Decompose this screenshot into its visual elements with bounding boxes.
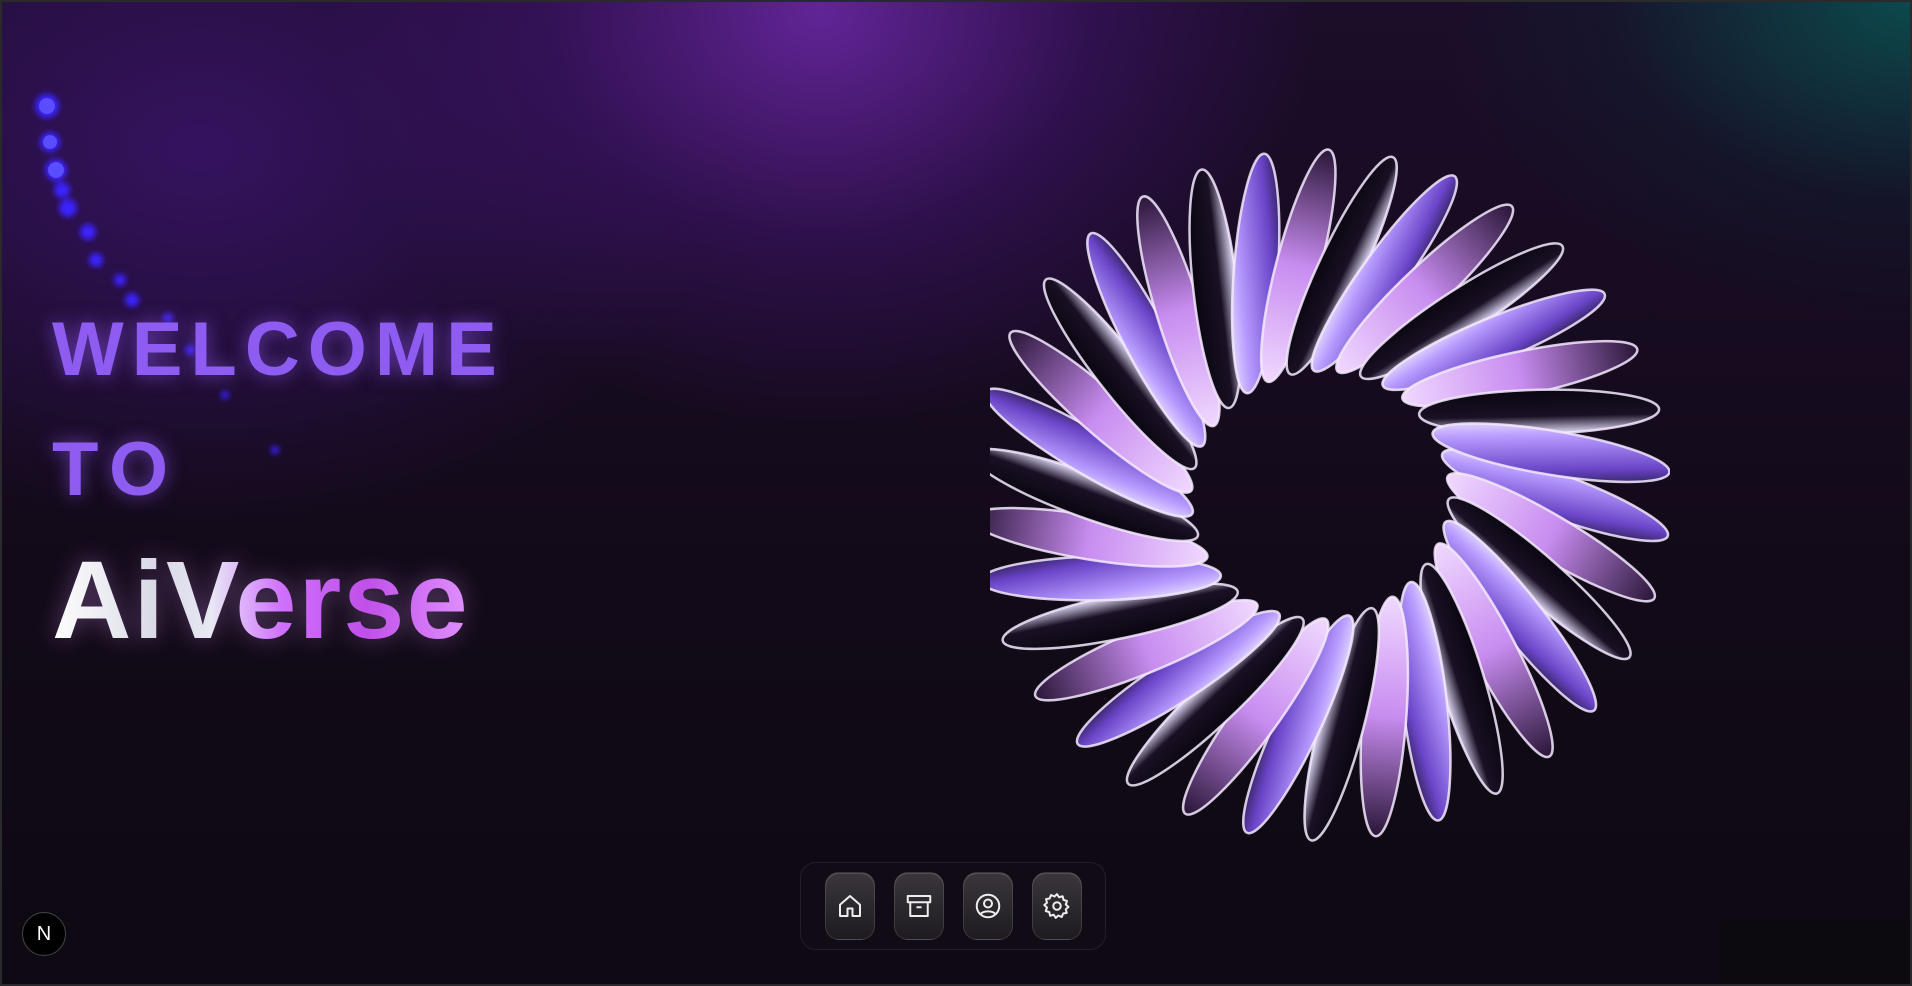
dock-settings-button[interactable] <box>1031 872 1082 940</box>
user-icon <box>975 893 1000 919</box>
corner-panel <box>1720 920 1910 984</box>
torus-3d-illustration <box>990 148 1670 842</box>
bottom-dock <box>800 862 1106 950</box>
dock-profile-button[interactable] <box>962 872 1013 940</box>
home-icon <box>838 895 861 917</box>
hero-to-text: TO <box>52 427 181 512</box>
archive-icon <box>906 895 931 917</box>
n-badge-button[interactable]: N <box>22 912 66 956</box>
hero-welcome-text: WELCOME <box>52 307 505 392</box>
hero-brand-title: AiVerse <box>52 539 470 662</box>
particle-trail <box>35 94 279 454</box>
dock-archive-button[interactable] <box>893 872 944 940</box>
dock-home-button[interactable] <box>824 872 875 940</box>
gear-icon <box>1042 893 1069 919</box>
